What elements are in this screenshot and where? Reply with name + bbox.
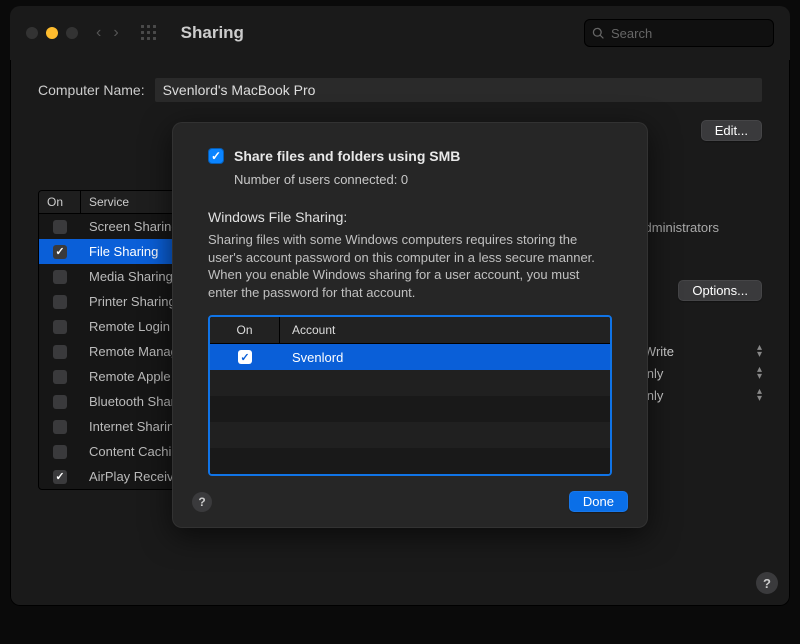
stepper-icon[interactable]: ▴▾ <box>757 366 762 380</box>
preferences-window: ‹ › Sharing Search Computer Name: Edit..… <box>10 6 790 606</box>
service-checkbox[interactable] <box>53 445 67 459</box>
content-area: Computer Name: Edit... On Service Screen… <box>10 60 790 102</box>
account-name: Svenlord <box>280 350 610 365</box>
account-row-empty <box>210 448 610 474</box>
service-checkbox[interactable] <box>53 420 67 434</box>
service-checkbox[interactable] <box>53 270 67 284</box>
accounts-header-on: On <box>210 317 280 343</box>
account-checkbox[interactable] <box>238 350 252 364</box>
accounts-table: On Account Svenlord <box>208 315 612 476</box>
service-checkbox[interactable] <box>53 345 67 359</box>
account-row[interactable]: Svenlord <box>210 344 610 370</box>
show-all-icon[interactable] <box>141 25 157 41</box>
computer-name-label: Computer Name: <box>38 82 145 98</box>
nav-arrows: ‹ › <box>96 24 119 42</box>
service-checkbox[interactable] <box>53 370 67 384</box>
minimize-window-button[interactable] <box>46 27 58 39</box>
search-icon <box>592 27 605 40</box>
search-placeholder: Search <box>611 26 652 41</box>
options-button[interactable]: Options... <box>678 280 762 301</box>
stepper-icon[interactable]: ▴▾ <box>757 388 762 402</box>
wfs-heading: Windows File Sharing: <box>208 209 612 225</box>
connected-count: Number of users connected: 0 <box>234 172 612 187</box>
zoom-window-button[interactable] <box>66 27 78 39</box>
search-field[interactable]: Search <box>584 19 774 47</box>
done-button[interactable]: Done <box>569 491 628 512</box>
edit-button[interactable]: Edit... <box>701 120 762 141</box>
accounts-header-account: Account <box>280 317 610 343</box>
wfs-description: Sharing files with some Windows computer… <box>208 231 612 301</box>
window-title: Sharing <box>181 23 244 43</box>
smb-checkbox[interactable] <box>208 148 224 164</box>
account-row-empty <box>210 370 610 396</box>
service-checkbox[interactable] <box>53 320 67 334</box>
titlebar: ‹ › Sharing Search <box>10 6 790 60</box>
smb-label: Share files and folders using SMB <box>234 148 460 164</box>
back-button[interactable]: ‹ <box>96 24 101 42</box>
close-window-button[interactable] <box>26 27 38 39</box>
service-checkbox[interactable] <box>53 395 67 409</box>
service-checkbox[interactable] <box>53 245 67 259</box>
forward-button[interactable]: › <box>113 24 118 42</box>
sheet-footer: ? Done <box>192 491 628 512</box>
smb-row: Share files and folders using SMB <box>208 148 612 164</box>
computer-name-row: Computer Name: <box>38 78 762 102</box>
computer-name-field[interactable] <box>155 78 762 102</box>
service-checkbox[interactable] <box>53 295 67 309</box>
help-button[interactable]: ? <box>756 572 778 594</box>
accounts-header: On Account <box>210 317 610 344</box>
services-header-on: On <box>39 191 81 213</box>
options-sheet: Share files and folders using SMB Number… <box>172 122 648 528</box>
account-row-empty <box>210 422 610 448</box>
sheet-help-button[interactable]: ? <box>192 492 212 512</box>
service-checkbox[interactable] <box>53 470 67 484</box>
account-row-empty <box>210 396 610 422</box>
traffic-lights <box>26 27 78 39</box>
stepper-icon[interactable]: ▴▾ <box>757 344 762 358</box>
service-checkbox[interactable] <box>53 220 67 234</box>
